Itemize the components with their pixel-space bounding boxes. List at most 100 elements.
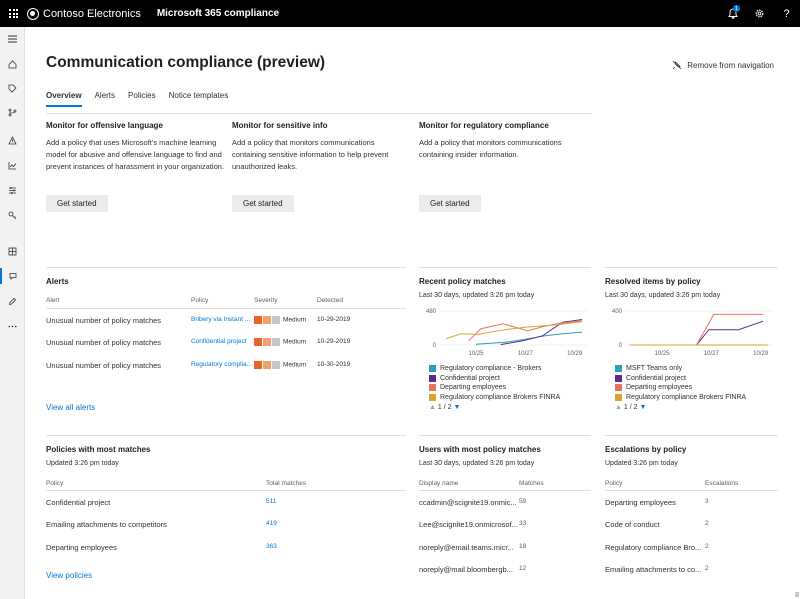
legend-swatch <box>429 393 436 401</box>
users-most-subtitle: Last 30 days, updated 3:26 pm today <box>419 460 535 467</box>
card-regulatory-compliance: Monitor for regulatory compliance Add a … <box>419 121 595 161</box>
legend-swatch <box>615 384 622 391</box>
nav-data-classification[interactable] <box>0 104 25 120</box>
alert-policy-link[interactable]: Confidential project <box>191 338 247 345</box>
row-value[interactable]: 419 <box>266 520 277 527</box>
table-row[interactable]: Emailing attachments to competitors 419 <box>46 520 406 532</box>
alert-policy-link[interactable]: Regulatory complia... <box>191 361 252 368</box>
series-line <box>629 320 764 346</box>
row-value: 59 <box>519 498 527 505</box>
tab-policies[interactable]: Policies <box>128 91 156 107</box>
get-started-offensive-button[interactable]: Get started <box>46 195 108 212</box>
ellipsis-icon <box>8 325 17 327</box>
row-name: noreply@email.teams.micr... <box>419 543 514 552</box>
table-row[interactable]: Lee@scignite19.onmicrosof... 33 <box>419 520 591 532</box>
users-most-title: Users with most policy matches <box>419 445 541 454</box>
row-name: noreply@mail.bloombergb... <box>419 565 513 574</box>
vertical-scrollbar[interactable] <box>794 27 800 599</box>
legend-swatch <box>615 374 622 382</box>
legend-item[interactable]: Confidential project <box>615 374 686 382</box>
view-all-alerts-link[interactable]: View all alerts <box>46 403 95 412</box>
legend-item[interactable]: Departing employees <box>615 384 692 391</box>
severity-indicator: Medium <box>254 361 306 369</box>
table-row[interactable]: Unusual number of policy matches Confide… <box>46 338 406 350</box>
brand[interactable]: Contoso Electronics <box>27 7 141 20</box>
get-started-sensitive-button[interactable]: Get started <box>232 195 294 212</box>
legend-item[interactable]: MSFT Teams only <box>615 365 682 372</box>
table-row[interactable]: Unusual number of policy matches Bribery… <box>46 316 406 328</box>
row-value[interactable]: 511 <box>266 498 276 505</box>
nav-home[interactable] <box>0 56 25 72</box>
pager-label: 1 / 2 <box>623 404 638 411</box>
notification-badge: 1 <box>733 5 740 12</box>
legend-item[interactable]: Confidential project <box>429 374 500 382</box>
table-row[interactable]: Departing employees 363 <box>46 543 406 555</box>
table-row[interactable]: Confidential project 511 <box>46 498 406 510</box>
nav-more[interactable] <box>0 318 25 334</box>
alerts-title: Alerts <box>46 277 69 286</box>
tab-alerts[interactable]: Alerts <box>95 91 115 107</box>
table-row[interactable]: Unusual number of policy matches Regulat… <box>46 361 406 373</box>
row-name: Emailing attachments to competitors <box>46 520 167 529</box>
home-icon <box>8 59 17 68</box>
get-started-regulatory-button[interactable]: Get started <box>419 195 481 212</box>
left-nav <box>0 27 25 599</box>
view-policies-link[interactable]: View policies <box>46 571 92 580</box>
app-launcher-button[interactable] <box>0 0 27 27</box>
chat-icon <box>9 272 17 280</box>
nav-policies[interactable] <box>0 182 25 198</box>
settings-button[interactable] <box>746 0 773 27</box>
card-title: Monitor for offensive language <box>46 121 163 130</box>
nav-compliance-manager[interactable] <box>0 80 25 96</box>
nav-reports[interactable] <box>0 157 25 173</box>
resolved-items-pager[interactable]: ▲ 1 / 2 ▼ <box>615 404 646 411</box>
remove-from-navigation-button[interactable]: Remove from navigation <box>672 60 774 70</box>
tab-bar: Overview Alerts Policies Notice template… <box>46 91 228 107</box>
recent-matches-title: Recent policy matches <box>419 277 506 286</box>
escalations-title: Escalations by policy <box>605 445 687 454</box>
nav-edit[interactable] <box>0 293 25 309</box>
recent-matches-pager[interactable]: ▲ 1 / 2 ▼ <box>429 404 460 411</box>
table-row[interactable]: Regulatory compliance Bro... 2 <box>605 543 778 555</box>
row-value: 33 <box>519 520 527 527</box>
severity-indicator: Medium <box>254 338 306 346</box>
recent-matches-chart: 0 480 10/25 10/27 10/29 <box>426 309 587 357</box>
alert-policy-link[interactable]: Bribery via Instant ... <box>191 316 250 323</box>
legend-item[interactable]: Regulatory compliance Brokers FINRA <box>615 393 746 401</box>
nav-communication-compliance[interactable] <box>0 268 25 284</box>
policies-most-title: Policies with most matches <box>46 445 151 454</box>
notifications-button[interactable]: 1 <box>719 0 746 27</box>
help-button[interactable]: ? <box>773 0 800 27</box>
row-value[interactable]: 363 <box>266 543 277 550</box>
table-row[interactable]: noreply@mail.bloombergb... 12 <box>419 565 591 577</box>
app-name[interactable]: Microsoft 365 compliance <box>157 8 279 19</box>
legend-item[interactable]: Regulatory compliance - Brokers <box>429 365 542 372</box>
nav-permissions[interactable] <box>0 207 25 223</box>
legend-label: Regulatory compliance - Brokers <box>440 365 542 372</box>
table-row[interactable]: ccadmin@scignite19.onmic... 59 <box>419 498 591 510</box>
legend-swatch <box>615 393 622 401</box>
table-row[interactable]: Emailing attachments to co... 2 <box>605 565 778 577</box>
alert-name: Unusual number of policy matches <box>46 316 162 325</box>
card-description: Add a policy that monitors communication… <box>419 138 562 159</box>
table-row[interactable]: Departing employees 3 <box>605 498 778 510</box>
card-sensitive-info: Monitor for sensitive info Add a policy … <box>232 121 408 173</box>
table-row[interactable]: noreply@email.teams.micr... 18 <box>419 543 591 555</box>
nav-alerts[interactable] <box>0 132 25 148</box>
row-name: Code of conduct <box>605 520 660 529</box>
tab-overview[interactable]: Overview <box>46 91 82 107</box>
escalations-subtitle: Updated 3:26 pm today <box>605 460 678 467</box>
severity-label: Medium <box>283 316 307 324</box>
table-row[interactable]: Code of conduct 2 <box>605 520 778 532</box>
alert-name: Unusual number of policy matches <box>46 338 162 347</box>
legend-swatch <box>429 384 436 391</box>
hamburger-icon <box>8 35 17 43</box>
nav-solutions[interactable] <box>0 243 25 259</box>
legend-item[interactable]: Departing employees <box>429 384 506 391</box>
col-header-escalations: Escalations <box>705 480 739 487</box>
tab-notice-templates[interactable]: Notice templates <box>169 91 229 107</box>
legend-item[interactable]: Regulatory compliance Brokers FINRA <box>429 393 560 401</box>
col-header-detected: Detected <box>317 297 344 304</box>
hamburger-menu-button[interactable] <box>0 31 25 47</box>
help-icon: ? <box>783 7 790 20</box>
